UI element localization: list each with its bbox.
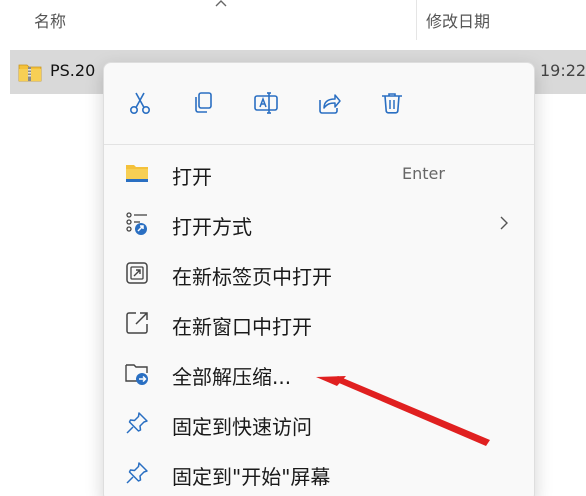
- share-icon: [319, 94, 341, 114]
- extract-all-icon: [125, 364, 148, 385]
- menu-item-label: 固定到"开始"屏幕: [172, 465, 331, 489]
- menu-item-open-with[interactable]: 打开方式: [110, 200, 530, 246]
- menu-item-open-new-tab[interactable]: 在新标签页中打开: [110, 250, 530, 296]
- menu-separator: [104, 144, 534, 145]
- pin-icon: [126, 412, 148, 434]
- context-menu: 打开 Enter 打开方式 在新标签页中打开 在新窗口中打开 全部解压缩... …: [103, 62, 535, 496]
- delete-button[interactable]: [374, 85, 410, 121]
- copy-button[interactable]: [185, 85, 221, 121]
- pin-icon: [126, 462, 148, 484]
- menu-item-label: 打开方式: [172, 215, 252, 239]
- menu-item-label: 全部解压缩...: [172, 365, 292, 389]
- copy-icon: [195, 92, 212, 113]
- menu-item-pin-quick-access[interactable]: 固定到快速访问: [110, 400, 530, 446]
- share-button[interactable]: [311, 85, 347, 121]
- menu-item-open-new-window[interactable]: 在新窗口中打开: [110, 300, 530, 346]
- menu-item-label: 在新窗口中打开: [172, 315, 312, 339]
- column-header-date[interactable]: 修改日期: [426, 8, 490, 32]
- menu-item-label: 打开: [172, 165, 212, 189]
- cut-button[interactable]: [122, 85, 158, 121]
- zip-folder-icon: [18, 64, 42, 82]
- file-modified-time: 19:22: [540, 61, 586, 80]
- open-new-tab-icon: [126, 262, 148, 284]
- menu-item-extract-all[interactable]: 全部解压缩...: [110, 350, 530, 396]
- menu-item-pin-start[interactable]: 固定到"开始"屏幕: [110, 450, 530, 496]
- scissors-icon: [129, 92, 151, 114]
- folder-icon: [126, 165, 148, 182]
- column-divider[interactable]: [416, 0, 417, 40]
- column-header-name[interactable]: 名称: [34, 8, 66, 32]
- file-name[interactable]: PS.20: [50, 61, 95, 80]
- sort-ascending-icon: [215, 0, 227, 7]
- column-header-row: 名称 修改日期: [0, 0, 586, 40]
- quick-action-bar: [104, 63, 534, 143]
- menu-item-label: 在新标签页中打开: [172, 265, 332, 289]
- menu-item-label: 固定到快速访问: [172, 415, 312, 439]
- rename-icon: [254, 92, 278, 114]
- menu-item-open[interactable]: 打开 Enter: [110, 150, 530, 196]
- rename-button[interactable]: [248, 85, 284, 121]
- trash-icon: [382, 93, 402, 114]
- open-new-window-icon: [126, 312, 148, 334]
- chevron-right-icon: [500, 216, 508, 230]
- menu-item-shortcut: Enter: [402, 164, 445, 183]
- open-with-icon: [126, 212, 147, 235]
